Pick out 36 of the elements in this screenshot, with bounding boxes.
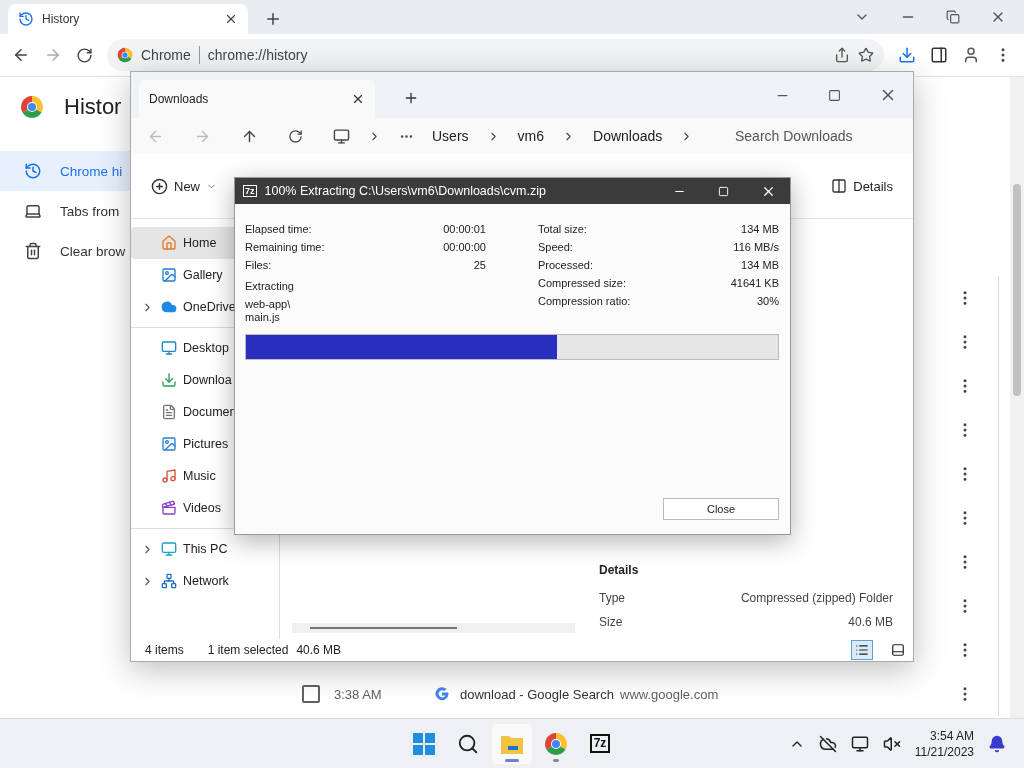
detail-label: Type xyxy=(599,591,625,605)
stat-value: 30% xyxy=(756,295,779,307)
site-label: Chrome xyxy=(141,47,191,63)
detail-value: 40.6 MB xyxy=(848,615,893,629)
stat-value: 00:00:00 xyxy=(443,241,486,253)
clock-time: 3:54 AM xyxy=(929,727,974,744)
domain-text: www.google.com xyxy=(620,686,719,702)
tab-title: History xyxy=(42,12,81,26)
selection-size: 40.6 MB xyxy=(296,643,342,657)
current-file: web-app\ main.js xyxy=(245,298,291,324)
stat-label: Total size: xyxy=(538,223,587,235)
visit-time: 3:38 AM xyxy=(334,686,383,702)
stat-label: Processed: xyxy=(538,259,594,271)
stat-label: Speed: xyxy=(538,241,573,253)
sevenzip-logo: 7z xyxy=(243,185,257,197)
stat-label: Files: xyxy=(245,259,272,271)
dialog-title: 100% Extracting C:\Users\vm6\Downloads\cvm.zip xyxy=(264,184,546,198)
stat-value: 116 MB/s xyxy=(733,241,779,253)
details-heading: Details xyxy=(599,563,640,577)
action-label: Extracting xyxy=(245,280,294,292)
detail-label: Size xyxy=(599,615,623,629)
clock-date: 11/21/2023 xyxy=(914,743,974,760)
stat-value: 134 MB xyxy=(741,259,779,271)
stat-value: 00:00:01 xyxy=(443,223,486,235)
item-count: 4 items xyxy=(145,643,184,657)
url-text: chrome://history xyxy=(207,47,308,63)
stat-value: 41641 KB xyxy=(730,277,779,289)
page-title: Histor xyxy=(64,94,122,120)
tab-title: Downloads xyxy=(149,92,209,106)
sevenzip-logo: 7z xyxy=(589,734,611,753)
stat-label: Compressed size: xyxy=(538,277,627,289)
selection-status: 1 item selected xyxy=(207,643,289,657)
stat-label: Compression ratio: xyxy=(538,295,631,307)
stat-value: 134 MB xyxy=(741,223,779,235)
stat-value: 25 xyxy=(473,259,486,271)
detail-value: Compressed (zipped) Folder xyxy=(740,591,893,605)
